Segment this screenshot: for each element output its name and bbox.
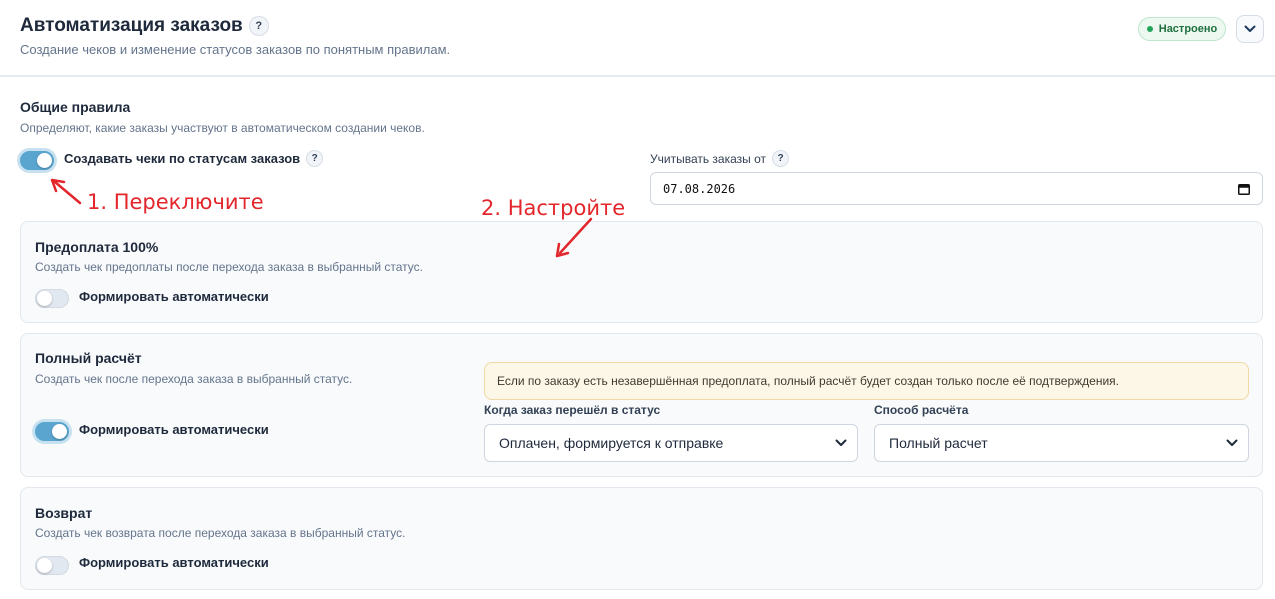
annotation-arrows — [50, 178, 593, 258]
annotation-arrow-1 — [53, 180, 82, 205]
annotation-arrow-2 — [558, 217, 593, 255]
